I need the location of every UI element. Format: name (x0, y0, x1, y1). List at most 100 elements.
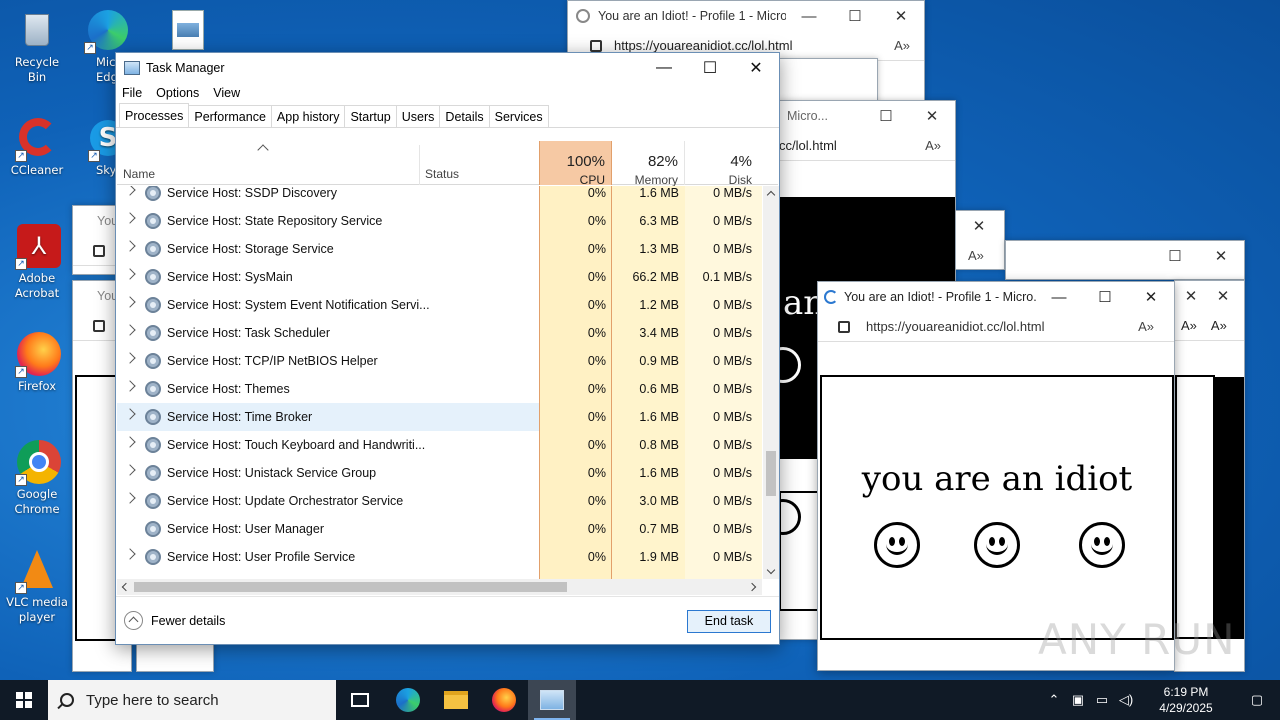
tab-processes[interactable]: Processes (119, 103, 190, 127)
expand-chevron-icon[interactable] (124, 352, 136, 364)
address-bar[interactable]: cc/lol.html (779, 138, 837, 153)
read-aloud-icon[interactable]: A» (1181, 318, 1197, 333)
tab-services[interactable]: Services (488, 105, 549, 127)
scroll-up-icon[interactable] (766, 190, 776, 200)
expand-chevron-icon[interactable] (124, 296, 136, 308)
read-aloud-icon[interactable]: A» (968, 248, 984, 263)
fewer-details-button[interactable]: Fewer details (124, 611, 225, 630)
read-aloud-icon[interactable]: A» (925, 138, 941, 153)
task-view-button[interactable] (336, 680, 384, 720)
expand-chevron-icon[interactable] (124, 240, 136, 252)
scrollbar-thumb[interactable] (134, 582, 567, 592)
process-row[interactable]: Service Host: Time Broker 0% 1.6 MB 0 MB/s (117, 403, 762, 431)
menu-view[interactable]: View (213, 86, 240, 100)
expand-chevron-icon[interactable] (124, 380, 136, 392)
close-button[interactable]: ✕ (1175, 287, 1207, 305)
close-button[interactable]: ✕ (1198, 247, 1244, 265)
clock[interactable]: 6:19 PM 4/29/2025 (1144, 684, 1228, 716)
maximize-button[interactable]: ☐ (832, 7, 878, 25)
tab-performance[interactable]: Performance (188, 105, 272, 127)
minimize-button[interactable]: — (1036, 289, 1082, 306)
close-button[interactable]: ✕ (909, 107, 955, 125)
process-row[interactable]: Service Host: State Repository Service 0%… (117, 207, 762, 235)
close-button[interactable]: ✕ (1128, 288, 1174, 306)
expand-chevron-icon[interactable] (124, 212, 136, 224)
process-row[interactable]: Service Host: Task Scheduler 0% 3.4 MB 0 MB… (117, 319, 762, 347)
process-row[interactable]: Service Host: Themes 0% 0.6 MB 0 MB/s (117, 375, 762, 403)
scroll-down-icon[interactable] (766, 565, 776, 575)
expand-chevron-icon[interactable] (124, 492, 136, 504)
task-manager-window[interactable]: Task Manager — ☐ ✕ File Options View Pro… (115, 52, 780, 645)
read-aloud-icon[interactable]: A» (1138, 319, 1154, 334)
maximize-button[interactable]: ☐ (1152, 247, 1198, 265)
maximize-button[interactable]: ☐ (863, 107, 909, 125)
background-browser-window[interactable]: ✕ ✕ A» A» (1174, 280, 1245, 672)
tab-startup[interactable]: Startup (344, 105, 397, 127)
close-button[interactable]: ✕ (878, 7, 924, 25)
process-row[interactable]: Service Host: TCP/IP NetBIOS Helper 0% 0.9… (117, 347, 762, 375)
desktop-icon-ccleaner[interactable]: ↗ CCleaner (4, 116, 70, 178)
tab-details[interactable]: Details (439, 105, 490, 127)
address-bar[interactable]: https://youareanidiot.cc/lol.html (866, 319, 1044, 334)
scroll-right-icon[interactable] (747, 582, 757, 592)
process-row[interactable]: Service Host: SSDP Discovery 0% 1.6 MB 0 MB… (117, 186, 762, 207)
expand-chevron-icon[interactable] (124, 268, 136, 280)
sort-arrow-icon[interactable] (257, 144, 269, 156)
taskbar-firefox[interactable] (480, 680, 528, 720)
desktop-icon-vlc[interactable]: ↗ VLC media player (4, 548, 70, 625)
scrollbar-thumb[interactable] (766, 451, 776, 496)
tab-app-history[interactable]: App history (270, 105, 346, 127)
process-row[interactable]: Service Host: User Manager 0% 0.7 MB 0 MB/s (117, 515, 762, 543)
end-task-button[interactable]: End task (687, 610, 771, 633)
idiot-browser-window[interactable]: You are an Idiot! - Profile 1 - Micro...… (817, 281, 1175, 671)
expand-chevron-icon[interactable] (124, 436, 136, 448)
menu-options[interactable]: Options (156, 86, 199, 100)
desktop-icon-firefox[interactable]: ↗ Firefox (4, 332, 70, 394)
expand-chevron-icon[interactable] (124, 324, 136, 336)
read-aloud-icon[interactable]: A» (894, 38, 910, 53)
close-button[interactable]: ✕ (956, 217, 1002, 235)
horizontal-scrollbar[interactable] (117, 579, 762, 595)
tab-users[interactable]: Users (395, 105, 441, 127)
menu-file[interactable]: File (122, 86, 142, 100)
chevron-up-icon[interactable]: ⌃ (1042, 692, 1066, 708)
network-icon[interactable]: ▭ (1090, 692, 1114, 708)
read-aloud-icon[interactable]: A» (1211, 318, 1227, 333)
column-header-name[interactable]: Name (123, 167, 155, 181)
maximize-button[interactable]: ☐ (1082, 288, 1128, 306)
process-row[interactable]: Service Host: Update Orchestrator Servic… (117, 487, 762, 515)
start-button[interactable] (0, 680, 48, 720)
process-row[interactable]: Service Host: Storage Service 0% 1.3 MB 0 M… (117, 235, 762, 263)
desktop-icon-recycle-bin[interactable]: Recycle Bin (4, 8, 70, 85)
address-bar[interactable]: https://youareanidiot.cc/lol.html (614, 38, 792, 53)
scroll-left-icon[interactable] (121, 582, 131, 592)
minimize-button[interactable]: — (641, 59, 687, 77)
desktop-file-icon[interactable] (172, 10, 204, 50)
taskbar-file-explorer[interactable] (432, 680, 480, 720)
taskbar-search-box[interactable]: Type here to search (48, 680, 336, 720)
expand-chevron-icon[interactable] (124, 548, 136, 560)
close-button[interactable]: ✕ (1207, 287, 1239, 305)
process-row[interactable]: Service Host: Unistack Service Group 0% 1.… (117, 459, 762, 487)
expand-chevron-icon[interactable] (124, 186, 136, 196)
process-row[interactable]: Service Host: SysMain 0% 66.2 MB 0.1 MB/s (117, 263, 762, 291)
expand-chevron-icon[interactable] (124, 464, 136, 476)
vertical-scrollbar[interactable] (763, 186, 779, 579)
background-browser-window[interactable]: ✕ A» (955, 210, 1005, 270)
maximize-button[interactable]: ☐ (687, 58, 733, 78)
notifications-icon[interactable]: ▢ (1234, 692, 1280, 708)
column-header-cpu[interactable]: 100% CPU (539, 141, 612, 187)
process-row[interactable]: Service Host: System Event Notification … (117, 291, 762, 319)
device-icon[interactable]: ▣ (1066, 692, 1090, 708)
process-row[interactable]: Service Host: User Profile Service 0% 1.9 … (117, 543, 762, 571)
column-header-disk[interactable]: 4% Disk (685, 141, 758, 188)
column-header-status[interactable]: Status (425, 167, 459, 181)
column-header-memory[interactable]: 82% Memory (612, 141, 685, 187)
process-row[interactable]: Service Host: Touch Keyboard and Handwri… (117, 431, 762, 459)
taskbar-task-manager[interactable] (528, 680, 576, 720)
desktop-icon-acrobat[interactable]: ⅄ ↗ Adobe Acrobat (4, 224, 70, 301)
taskbar-edge[interactable] (384, 680, 432, 720)
minimize-button[interactable]: — (786, 8, 832, 25)
desktop-icon-chrome[interactable]: ↗ Google Chrome (4, 440, 70, 517)
volume-icon[interactable]: ◁) (1114, 692, 1138, 708)
